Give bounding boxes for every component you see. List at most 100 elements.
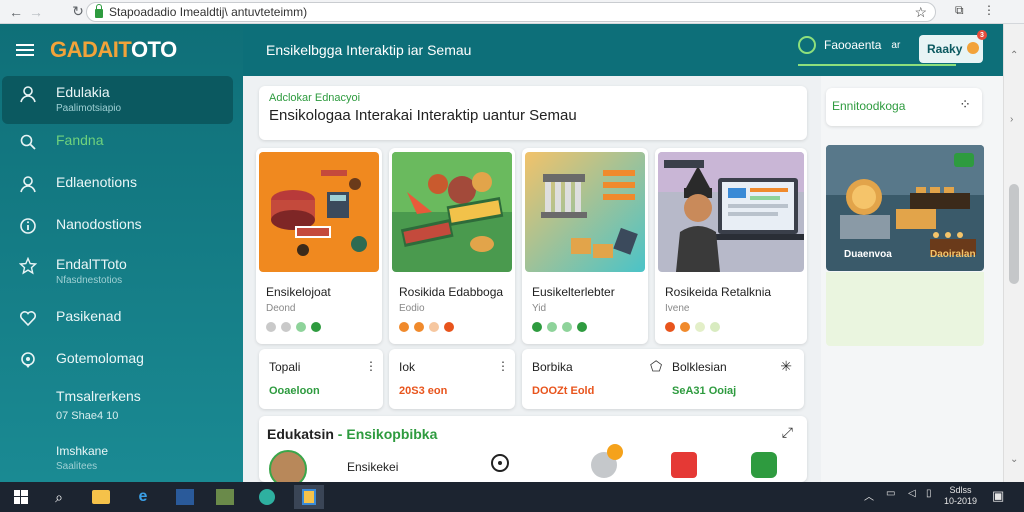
- status-label: Faooaenta: [824, 38, 882, 52]
- course-card-1[interactable]: Ensikelojoat Deond: [256, 148, 382, 344]
- radio-icon[interactable]: [491, 454, 509, 472]
- app-logo[interactable]: GADAITOTO: [50, 37, 177, 63]
- address-url: Stapoadadio Imealdtij\ antuvteteimm): [109, 5, 308, 19]
- forward-icon[interactable]: →: [26, 2, 46, 22]
- sidebar-item-fandna[interactable]: Fandna: [0, 132, 243, 164]
- os-taskbar: ⌕ e ︿ ▭ ◁ ▯ Sdlss 10-2019 ▣: [0, 482, 1024, 512]
- status-ring-icon: [798, 36, 816, 54]
- browser-toolbar: ← → ↻ Stapoadadio Imealdtij\ antuvteteim…: [0, 0, 1024, 24]
- rating-dot: [399, 322, 409, 332]
- sidebar-item-pasikenad[interactable]: Pasikenad: [0, 308, 243, 340]
- system-clock[interactable]: Sdlss 10-2019: [944, 485, 977, 507]
- edge-icon[interactable]: e: [128, 485, 158, 509]
- search-icon[interactable]: ⌕: [44, 485, 74, 509]
- scroll-up-icon[interactable]: ⌃: [1010, 50, 1018, 61]
- sidebar-item-label: EndalTToto: [56, 256, 127, 272]
- bookmark-star-icon[interactable]: ☆: [914, 4, 927, 21]
- sidebar-item-label: Edulakia: [56, 84, 110, 100]
- chevron-up-icon[interactable]: ︿: [864, 488, 874, 503]
- grid-dots-icon[interactable]: ⁘: [959, 96, 972, 113]
- rating-dot: [680, 322, 690, 332]
- more-vert-icon[interactable]: ⋮: [497, 359, 509, 373]
- sidebar-item-edlaenotions[interactable]: Edlaenotions: [0, 174, 243, 206]
- scroll-chevron-icon[interactable]: ›: [1010, 114, 1013, 125]
- stat-card-2[interactable]: Iok 20S3 eon ⋮: [389, 349, 515, 409]
- card-image: [658, 152, 804, 272]
- rating-dot: [665, 322, 675, 332]
- card-title: Ensikelojoat: [266, 285, 331, 299]
- card-image: [259, 152, 379, 272]
- stat-card-1[interactable]: Topali Ooaeloon ⋮: [259, 349, 383, 409]
- scroll-down-icon[interactable]: ⌄: [1010, 454, 1018, 465]
- app-icon-blue[interactable]: [170, 485, 200, 509]
- sidebar-item-nanodostions[interactable]: Nanodostions: [0, 216, 243, 248]
- heart-icon[interactable]: [671, 452, 697, 478]
- sidebar-item-edulakia[interactable]: Edulakia Paalimotsiapio: [2, 76, 233, 124]
- back-icon[interactable]: ←: [6, 2, 26, 22]
- sidebar-item-sub: Saalitees: [56, 461, 98, 472]
- card-rating-dots: [532, 322, 587, 332]
- hero-headline: Ensikologaa Interakai Interaktip uantur …: [269, 107, 577, 124]
- sidebar-item-imshkane[interactable]: Imshkane Saalitees: [0, 444, 243, 480]
- bell-icon: [967, 42, 979, 54]
- tools-icon[interactable]: [591, 444, 623, 478]
- rating-dot: [695, 322, 705, 332]
- course-card-3[interactable]: Eusikelterlebter Yid: [522, 148, 648, 344]
- course-card-4[interactable]: Rosikeida Retalknia Ivene: [655, 148, 807, 344]
- page-title: Ensikelbgga Interaktip iar Semau: [266, 42, 472, 58]
- scrollbar-thumb[interactable]: [1009, 184, 1019, 284]
- course-card-2[interactable]: Rosikida Edabboga Eodio: [389, 148, 515, 344]
- header-action-button[interactable]: Raaky 3: [919, 30, 987, 63]
- clock-date: 10-2019: [944, 496, 978, 506]
- sidebar-item-label: Tmsalrerkens: [56, 388, 141, 404]
- folder-icon[interactable]: [86, 485, 116, 509]
- battery-icon[interactable]: ▯: [926, 488, 932, 499]
- rating-dot: [444, 322, 454, 332]
- image-caption-1: Duaenvoa: [844, 249, 892, 260]
- reload-icon[interactable]: ↻: [68, 2, 88, 22]
- rating-dot: [547, 322, 557, 332]
- scrollbar[interactable]: ⌃ › ⌄: [1003, 24, 1024, 482]
- info-circle-icon: [18, 216, 38, 236]
- card-title: Eusikelterlebter: [532, 285, 615, 299]
- rating-dot: [532, 322, 542, 332]
- app-icon-teal[interactable]: [252, 485, 282, 509]
- menu-icon[interactable]: ⋮: [983, 3, 995, 17]
- sidebar: GADAITOTO Edulakia Paalimotsiapio Fandna…: [0, 24, 243, 482]
- network-icon[interactable]: ▭: [886, 488, 895, 499]
- location-pin-icon: [18, 350, 38, 370]
- tab-icon[interactable]: ⧉: [955, 3, 964, 18]
- card-title: Rosikeida Retalknia: [665, 285, 772, 299]
- sidebar-item-label: Imshkane: [56, 444, 109, 458]
- chat-icon[interactable]: [751, 452, 777, 478]
- stat-value: 20S3 eon: [399, 385, 448, 397]
- volume-icon[interactable]: ◁: [908, 488, 916, 499]
- settings-icon[interactable]: ✳: [780, 358, 792, 375]
- notification-center-icon[interactable]: ▣: [992, 488, 1004, 504]
- stat-label: Iok: [399, 360, 416, 374]
- right-panel-image[interactable]: Duaenvoa Daoiralan: [826, 145, 984, 271]
- hamburger-icon[interactable]: [16, 44, 34, 56]
- card-rating-dots: [665, 322, 720, 332]
- status-suffix: ar: [891, 39, 901, 51]
- right-panel-empty: [826, 272, 984, 346]
- hero-card: Adclokar Ednacyoi Ensikologaa Interakai …: [259, 86, 807, 140]
- sidebar-header: GADAITOTO: [0, 24, 243, 76]
- notification-badge: 3: [977, 30, 987, 40]
- puzzle-icon[interactable]: ⬠: [650, 358, 662, 375]
- address-bar[interactable]: Stapoadadio Imealdtij\ antuvteteimm) ☆: [86, 2, 936, 22]
- sidebar-item-tmsalrerkens[interactable]: Tmsalrerkens 07 Shae4 10: [0, 388, 243, 438]
- sidebar-item-endaltoto[interactable]: EndalTToto Nfasdnestotios: [0, 256, 243, 300]
- status-indicator[interactable]: Faooaenta ar: [798, 36, 900, 54]
- sidebar-item-gotemolomag[interactable]: Gotemolomag: [0, 350, 243, 382]
- rating-dot: [429, 322, 439, 332]
- expand-icon[interactable]: ⤢: [782, 424, 793, 441]
- app-icon-store[interactable]: [210, 485, 240, 509]
- header-action-label: Raaky: [927, 42, 963, 56]
- more-vert-icon[interactable]: ⋮: [365, 359, 377, 373]
- card-meta: Eodio: [399, 303, 425, 314]
- windows-start-icon[interactable]: [6, 485, 36, 509]
- app-icon-active[interactable]: [294, 485, 324, 509]
- stat-card-3[interactable]: Borbika DOOZt Eold ⬠ Bolklesian SeA31 Oo…: [522, 349, 804, 409]
- sidebar-item-sub: Nfasdnestotios: [56, 275, 123, 286]
